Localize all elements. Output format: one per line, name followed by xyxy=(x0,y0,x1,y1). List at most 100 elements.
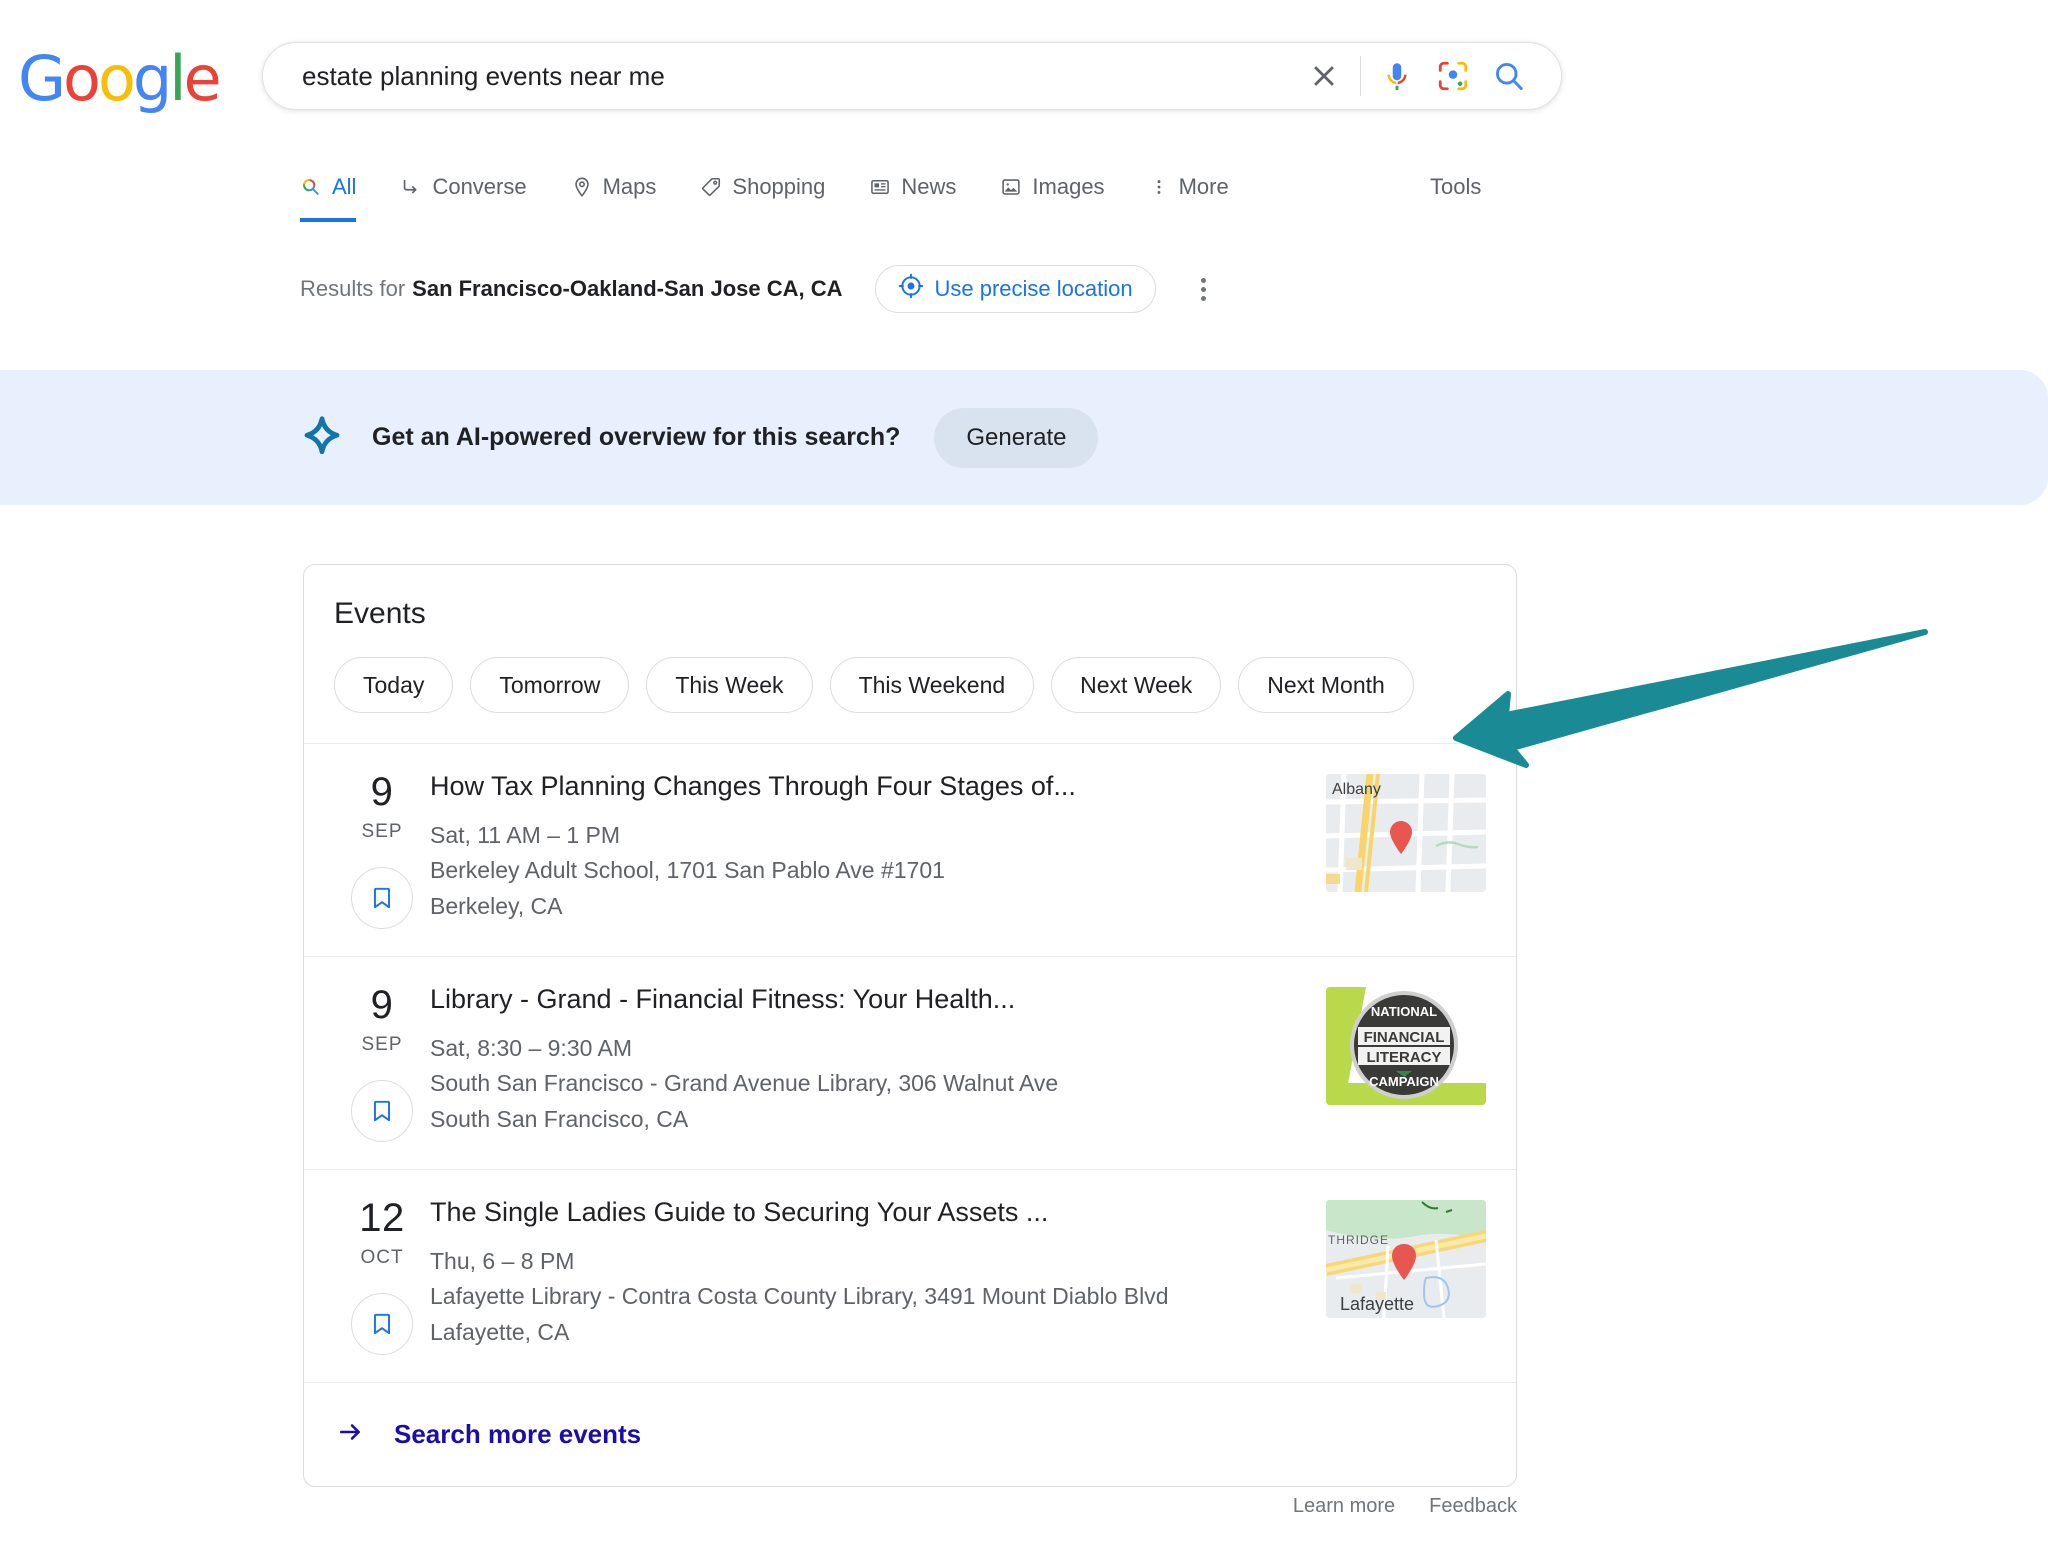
image-icon xyxy=(1000,176,1022,198)
search-more-events-label: Search more events xyxy=(394,1419,642,1449)
map-thumbnail-albany: Albany xyxy=(1326,774,1486,892)
event-day: 9 xyxy=(370,983,394,1027)
event-city: Berkeley, CA xyxy=(430,893,563,920)
tab-news[interactable]: News xyxy=(847,160,978,214)
logo-letter-g2: g xyxy=(132,42,172,115)
event-details: Library - Grand - Financial Fitness: You… xyxy=(430,983,1326,1138)
chip-this-weekend[interactable]: This Weekend xyxy=(829,657,1035,713)
save-event-button[interactable] xyxy=(351,867,413,929)
events-card: Events Today Tomorrow This Week This Wee… xyxy=(303,564,1517,1487)
event-title: Library - Grand - Financial Fitness: You… xyxy=(430,984,1016,1014)
map-thumbnail-lafayette: THRIDGE Lafayette xyxy=(1326,1200,1486,1318)
tools-button[interactable]: Tools xyxy=(1430,160,1481,214)
microphone-icon xyxy=(1387,63,1407,91)
logo-letter-g1: G xyxy=(18,42,66,115)
ai-overview-prompt: Get an AI-powered overview for this sear… xyxy=(372,423,901,451)
table-row[interactable]: 9 SEP Library - Grand - Financial Fitnes… xyxy=(304,957,1516,1169)
tab-news-label: News xyxy=(901,174,957,199)
results-for-prefix: Results for xyxy=(300,276,406,301)
voice-search-button[interactable] xyxy=(1369,48,1425,104)
event-thumbnail[interactable]: NATIONAL FINANCIAL LITERACY CAMPAIGN xyxy=(1326,987,1486,1105)
use-precise-location-button[interactable]: Use precise location xyxy=(874,265,1156,313)
tab-maps[interactable]: Maps xyxy=(549,160,679,214)
badge-line-2: FINANCIAL xyxy=(1364,1029,1445,1046)
event-month: SEP xyxy=(361,1034,403,1055)
kebab-icon xyxy=(1149,176,1169,198)
event-day: 12 xyxy=(359,1196,405,1240)
event-time: Sat, 8:30 – 9:30 AM xyxy=(430,1034,633,1061)
tab-images[interactable]: Images xyxy=(978,160,1126,214)
feedback-link[interactable]: Feedback xyxy=(1429,1495,1517,1518)
save-event-button[interactable] xyxy=(351,1080,413,1142)
tab-maps-label: Maps xyxy=(602,174,657,199)
tag-icon xyxy=(700,176,722,198)
event-title: The Single Ladies Guide to Securing Your… xyxy=(430,1197,1049,1227)
newspaper-icon xyxy=(869,176,891,198)
kebab-dot-2 xyxy=(1201,286,1207,292)
map-label-albany: Albany xyxy=(1332,781,1381,798)
lens-search-button[interactable] xyxy=(1425,48,1481,104)
event-venue: South San Francisco - Grand Avenue Libra… xyxy=(430,1070,1059,1097)
map-label-secondary: THRIDGE xyxy=(1328,1233,1389,1247)
save-event-button[interactable] xyxy=(351,1293,413,1355)
chip-today[interactable]: Today xyxy=(334,657,454,713)
search-more-events-link[interactable]: Search more events xyxy=(304,1383,1516,1486)
google-logo[interactable]: Google xyxy=(18,48,222,110)
table-row[interactable]: 9 SEP How Tax Planning Changes Through F… xyxy=(304,744,1516,956)
google-lens-icon xyxy=(1438,61,1468,91)
tab-more-label: More xyxy=(1178,174,1229,199)
chip-this-week[interactable]: This Week xyxy=(646,657,813,713)
logo-letter-o1: o xyxy=(63,42,101,115)
kebab-dot-1 xyxy=(1201,277,1207,283)
bookmark-icon xyxy=(373,1100,391,1122)
badge-line-4: CAMPAIGN xyxy=(1369,1074,1439,1089)
kebab-dot-3 xyxy=(1201,295,1207,301)
event-thumbnail[interactable]: THRIDGE Lafayette xyxy=(1326,1200,1486,1318)
events-card-title: Events xyxy=(334,597,426,630)
event-city: Lafayette, CA xyxy=(430,1319,570,1346)
event-time: Thu, 6 – 8 PM xyxy=(430,1247,575,1274)
location-target-icon xyxy=(898,273,924,305)
event-venue: Berkeley Adult School, 1701 San Pablo Av… xyxy=(430,857,945,884)
search-bar-actions xyxy=(1296,48,1561,104)
tab-shopping[interactable]: Shopping xyxy=(678,160,847,214)
search-input[interactable] xyxy=(263,54,1296,98)
event-thumbnail[interactable]: Albany xyxy=(1326,774,1486,892)
learn-more-link[interactable]: Learn more xyxy=(1293,1495,1395,1518)
tab-converse[interactable]: Converse xyxy=(378,160,548,214)
location-options-button[interactable] xyxy=(1186,271,1222,307)
event-day: 9 xyxy=(370,770,394,814)
events-filter-chips: Today Tomorrow This Week This Weekend Ne… xyxy=(304,631,1516,743)
events-card-footer: Learn more Feedback xyxy=(303,1495,1517,1518)
clear-button[interactable] xyxy=(1296,48,1352,104)
results-for-row: Results for San Francisco-Oakland-San Jo… xyxy=(300,265,1222,313)
event-details: How Tax Planning Changes Through Four St… xyxy=(430,770,1326,925)
logo-letter-o2: o xyxy=(97,42,136,115)
chip-next-month[interactable]: Next Month xyxy=(1238,657,1414,713)
search-submit-button[interactable] xyxy=(1481,48,1537,104)
page-header: Google xyxy=(0,0,2048,168)
ai-sparkle-icon xyxy=(300,415,344,460)
badge-thumbnail-financial-literacy: NATIONAL FINANCIAL LITERACY CAMPAIGN xyxy=(1326,987,1486,1105)
tab-more[interactable]: More xyxy=(1127,160,1251,214)
search-divider xyxy=(1360,56,1361,96)
bookmark-icon xyxy=(373,887,391,909)
event-details: The Single Ladies Guide to Securing Your… xyxy=(430,1196,1326,1351)
logo-letter-e: e xyxy=(183,42,222,115)
chip-next-week[interactable]: Next Week xyxy=(1051,657,1222,713)
arrow-right-icon xyxy=(334,1419,368,1450)
event-city: South San Francisco, CA xyxy=(430,1106,689,1133)
tab-all[interactable]: All xyxy=(300,160,378,222)
event-date-column: 9 SEP xyxy=(334,770,430,929)
search-bar[interactable] xyxy=(262,42,1562,110)
results-for-location: San Francisco-Oakland-San Jose CA, CA xyxy=(412,276,843,301)
bookmark-icon xyxy=(373,1313,391,1335)
map-label-lafayette: Lafayette xyxy=(1340,1294,1414,1314)
tab-all-label: All xyxy=(332,174,357,199)
event-month: OCT xyxy=(360,1247,404,1268)
chip-tomorrow[interactable]: Tomorrow xyxy=(470,657,630,713)
generate-button[interactable]: Generate xyxy=(934,407,1099,468)
badge-line-1: NATIONAL xyxy=(1371,1004,1437,1019)
table-row[interactable]: 12 OCT The Single Ladies Guide to Securi… xyxy=(304,1170,1516,1382)
search-icon xyxy=(1496,63,1523,91)
